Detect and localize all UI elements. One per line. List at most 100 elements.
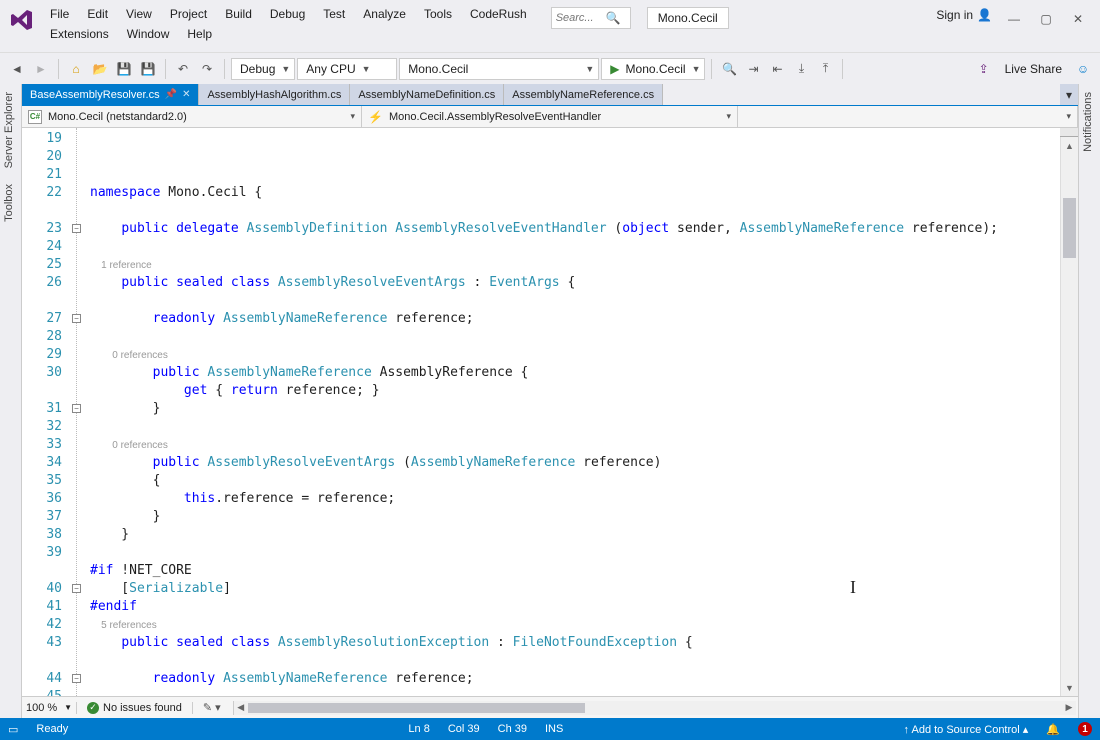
new-project-button[interactable]: ⌂ xyxy=(65,58,87,80)
notification-bell-icon[interactable]: 🔔 xyxy=(1046,723,1060,736)
scroll-thumb[interactable] xyxy=(1063,198,1076,258)
code-line[interactable] xyxy=(90,688,1060,696)
menu-window[interactable]: Window xyxy=(119,24,178,44)
close-button[interactable]: ✕ xyxy=(1062,6,1094,32)
code-line[interactable] xyxy=(90,328,1060,346)
menu-edit[interactable]: Edit xyxy=(79,4,116,24)
open-file-button[interactable]: 📂 xyxy=(89,58,111,80)
menu-project[interactable]: Project xyxy=(162,4,215,24)
scroll-right-button[interactable]: ▶ xyxy=(1062,701,1076,715)
fold-toggle[interactable]: − xyxy=(72,224,81,233)
save-button[interactable]: 💾 xyxy=(113,58,135,80)
fold-toggle[interactable]: − xyxy=(72,674,81,683)
server-explorer-tab[interactable]: Server Explorer xyxy=(0,84,18,176)
code-line[interactable]: public sealed class AssemblyResolutionEx… xyxy=(90,634,1060,652)
quick-search[interactable]: 🔍 xyxy=(551,7,631,29)
menu-view[interactable]: View xyxy=(118,4,160,24)
zoom-combo[interactable]: 100 %▼ xyxy=(22,702,77,714)
menu-help[interactable]: Help xyxy=(179,24,220,44)
code-line[interactable]: [Serializable] xyxy=(90,580,1060,598)
find-button[interactable]: 🔍 xyxy=(718,58,740,80)
code-line[interactable] xyxy=(90,202,1060,220)
search-input[interactable] xyxy=(556,12,606,24)
scroll-down-button[interactable]: ▼ xyxy=(1061,680,1078,696)
minimize-button[interactable]: — xyxy=(998,6,1030,32)
nav-member-combo[interactable]: ▾ xyxy=(738,106,1078,127)
nav-fwd-button[interactable]: ► xyxy=(30,58,52,80)
code-editor[interactable]: 1920212223242526272829303132333435363738… xyxy=(22,128,1078,696)
file-tab[interactable]: AssemblyNameReference.cs xyxy=(504,84,663,105)
code-line[interactable]: #if !NET_CORE xyxy=(90,562,1060,580)
source-control-button[interactable]: ↑ Add to Source Control ▴ xyxy=(904,723,1029,736)
codelens[interactable]: 0 references xyxy=(90,436,1060,454)
file-tab[interactable]: AssemblyNameDefinition.cs xyxy=(350,84,504,105)
code-line[interactable]: readonly AssemblyNameReference reference… xyxy=(90,310,1060,328)
fold-toggle[interactable]: − xyxy=(72,404,81,413)
live-share-label[interactable]: Live Share xyxy=(997,62,1070,76)
code-line[interactable]: readonly AssemblyNameReference reference… xyxy=(90,670,1060,688)
codelens[interactable]: 0 references xyxy=(90,346,1060,364)
toolbox-tab[interactable]: Toolbox xyxy=(0,176,18,230)
sign-in[interactable]: Sign in 👤 xyxy=(936,8,992,22)
error-indicator[interactable]: ✓ No issues found xyxy=(77,702,193,714)
code-line[interactable]: public sealed class AssemblyResolveEvent… xyxy=(90,274,1060,292)
save-all-button[interactable]: 💾 xyxy=(137,58,159,80)
codelens[interactable]: 1 reference xyxy=(90,256,1060,274)
maximize-button[interactable]: ▢ xyxy=(1030,6,1062,32)
close-tab-icon[interactable]: ✕ xyxy=(182,89,190,100)
live-share-icon[interactable]: ⇪ xyxy=(973,58,995,80)
nav-project-combo[interactable]: C# Mono.Cecil (netstandard2.0)▾ xyxy=(22,106,362,127)
notifications-tab[interactable]: Notifications xyxy=(1079,84,1097,160)
start-debug-button[interactable]: ▶Mono.Cecil▼ xyxy=(601,58,705,80)
feedback-button[interactable]: ☺ xyxy=(1072,58,1094,80)
startup-project-combo[interactable]: Mono.Cecil▼ xyxy=(399,58,599,80)
code-line[interactable]: } xyxy=(90,526,1060,544)
solution-name[interactable]: Mono.Cecil xyxy=(647,7,729,29)
code-line[interactable]: public delegate AssemblyDefinition Assem… xyxy=(90,220,1060,238)
code-line[interactable]: get { return reference; } xyxy=(90,382,1060,400)
code-line[interactable]: namespace Mono.Cecil { xyxy=(90,184,1060,202)
step-button-2[interactable]: ⇤ xyxy=(766,58,788,80)
step-button-4[interactable]: ⤒ xyxy=(814,58,836,80)
code-line[interactable]: } xyxy=(90,508,1060,526)
code-line[interactable]: this.reference = reference; xyxy=(90,490,1060,508)
menu-coderush[interactable]: CodeRush xyxy=(462,4,535,24)
tab-overflow-button[interactable]: ▾ xyxy=(1060,84,1078,105)
fold-toggle[interactable]: − xyxy=(72,584,81,593)
menu-extensions[interactable]: Extensions xyxy=(42,24,117,44)
code-line[interactable]: public AssemblyResolveEventArgs (Assembl… xyxy=(90,454,1060,472)
menu-debug[interactable]: Debug xyxy=(262,4,313,24)
code-line[interactable] xyxy=(90,544,1060,562)
platform-combo[interactable]: Any CPU▼ xyxy=(297,58,397,80)
menu-file[interactable]: File xyxy=(42,4,77,24)
file-tab[interactable]: AssemblyHashAlgorithm.cs xyxy=(199,84,350,105)
code-line[interactable]: } xyxy=(90,400,1060,418)
vertical-scrollbar[interactable]: ▲ ▼ xyxy=(1060,128,1078,696)
code-line[interactable]: public AssemblyNameReference AssemblyRef… xyxy=(90,364,1060,382)
scroll-up-button[interactable]: ▲ xyxy=(1061,138,1078,154)
code-line[interactable] xyxy=(90,652,1060,670)
code-line[interactable] xyxy=(90,418,1060,436)
hscroll-thumb[interactable] xyxy=(248,703,585,713)
notification-count-badge[interactable]: 1 xyxy=(1078,722,1092,736)
menu-build[interactable]: Build xyxy=(217,4,260,24)
undo-button[interactable]: ↶ xyxy=(172,58,194,80)
step-button-3[interactable]: ⤓ xyxy=(790,58,812,80)
file-tab[interactable]: BaseAssemblyResolver.cs📌✕ xyxy=(22,84,199,105)
code-line[interactable]: #endif xyxy=(90,598,1060,616)
code-area[interactable]: I namespace Mono.Cecil { public delegate… xyxy=(90,128,1060,696)
code-line[interactable] xyxy=(90,238,1060,256)
redo-button[interactable]: ↷ xyxy=(196,58,218,80)
menu-analyze[interactable]: Analyze xyxy=(355,4,414,24)
menu-tools[interactable]: Tools xyxy=(416,4,460,24)
split-handle[interactable] xyxy=(1060,128,1078,137)
menu-test[interactable]: Test xyxy=(315,4,353,24)
pin-icon[interactable]: 📌 xyxy=(165,89,177,100)
outlining-margin[interactable]: −−−−−− xyxy=(70,128,90,696)
cleanup-button[interactable]: ✎ ▾ xyxy=(193,701,231,714)
horizontal-scrollbar[interactable]: ◀ ▶ xyxy=(233,701,1076,715)
nav-type-combo[interactable]: ⚡ Mono.Cecil.AssemblyResolveEventHandler… xyxy=(362,106,738,127)
nav-back-button[interactable]: ◄ xyxy=(6,58,28,80)
fold-toggle[interactable]: − xyxy=(72,314,81,323)
step-button-1[interactable]: ⇥ xyxy=(742,58,764,80)
